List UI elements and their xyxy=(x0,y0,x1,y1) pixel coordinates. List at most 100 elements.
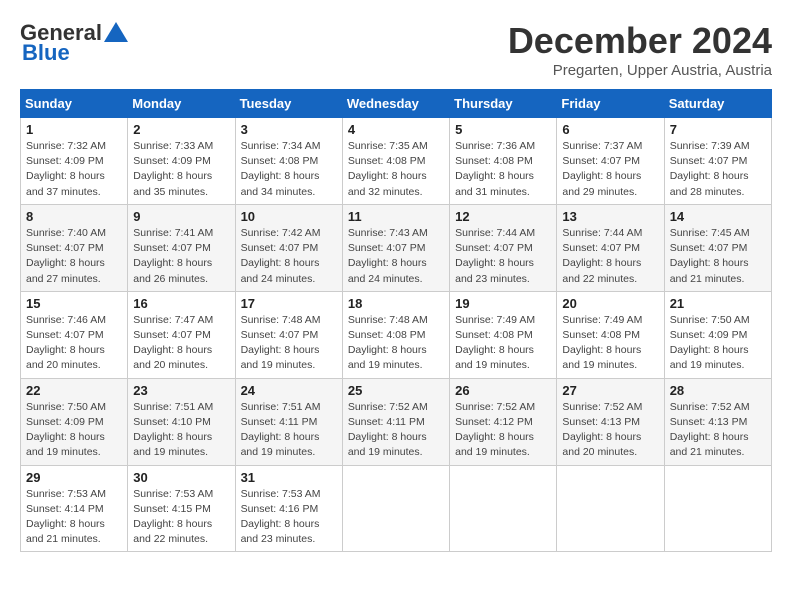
day-number: 20 xyxy=(562,296,658,311)
calendar-cell xyxy=(664,465,771,552)
calendar-cell: 17 Sunrise: 7:48 AMSunset: 4:07 PMDaylig… xyxy=(235,291,342,378)
calendar-table: SundayMondayTuesdayWednesdayThursdayFrid… xyxy=(20,89,772,552)
calendar-cell: 12 Sunrise: 7:44 AMSunset: 4:07 PMDaylig… xyxy=(450,204,557,291)
calendar-cell: 21 Sunrise: 7:50 AMSunset: 4:09 PMDaylig… xyxy=(664,291,771,378)
page-header: General Blue December 2024 Pregarten, Up… xyxy=(20,20,772,79)
day-info: Sunrise: 7:50 AMSunset: 4:09 PMDaylight:… xyxy=(670,314,750,372)
calendar-cell: 3 Sunrise: 7:34 AMSunset: 4:08 PMDayligh… xyxy=(235,118,342,205)
day-info: Sunrise: 7:53 AMSunset: 4:16 PMDaylight:… xyxy=(241,488,321,546)
calendar-week-1: 1 Sunrise: 7:32 AMSunset: 4:09 PMDayligh… xyxy=(21,118,772,205)
day-header-friday: Friday xyxy=(557,90,664,118)
day-info: Sunrise: 7:48 AMSunset: 4:08 PMDaylight:… xyxy=(348,314,428,372)
day-info: Sunrise: 7:50 AMSunset: 4:09 PMDaylight:… xyxy=(26,401,106,459)
day-number: 13 xyxy=(562,209,658,224)
day-number: 28 xyxy=(670,383,766,398)
calendar-week-3: 15 Sunrise: 7:46 AMSunset: 4:07 PMDaylig… xyxy=(21,291,772,378)
day-number: 19 xyxy=(455,296,551,311)
day-number: 31 xyxy=(241,470,337,485)
day-info: Sunrise: 7:45 AMSunset: 4:07 PMDaylight:… xyxy=(670,227,750,285)
day-number: 1 xyxy=(26,122,122,137)
calendar-cell: 10 Sunrise: 7:42 AMSunset: 4:07 PMDaylig… xyxy=(235,204,342,291)
calendar-cell: 27 Sunrise: 7:52 AMSunset: 4:13 PMDaylig… xyxy=(557,378,664,465)
day-info: Sunrise: 7:52 AMSunset: 4:11 PMDaylight:… xyxy=(348,401,428,459)
location-subtitle: Pregarten, Upper Austria, Austria xyxy=(508,62,772,79)
day-info: Sunrise: 7:49 AMSunset: 4:08 PMDaylight:… xyxy=(562,314,642,372)
calendar-cell: 28 Sunrise: 7:52 AMSunset: 4:13 PMDaylig… xyxy=(664,378,771,465)
day-info: Sunrise: 7:46 AMSunset: 4:07 PMDaylight:… xyxy=(26,314,106,372)
calendar-cell: 5 Sunrise: 7:36 AMSunset: 4:08 PMDayligh… xyxy=(450,118,557,205)
day-header-tuesday: Tuesday xyxy=(235,90,342,118)
calendar-cell: 26 Sunrise: 7:52 AMSunset: 4:12 PMDaylig… xyxy=(450,378,557,465)
day-info: Sunrise: 7:52 AMSunset: 4:12 PMDaylight:… xyxy=(455,401,535,459)
day-number: 21 xyxy=(670,296,766,311)
calendar-cell: 14 Sunrise: 7:45 AMSunset: 4:07 PMDaylig… xyxy=(664,204,771,291)
calendar-cell: 16 Sunrise: 7:47 AMSunset: 4:07 PMDaylig… xyxy=(128,291,235,378)
calendar-cell xyxy=(450,465,557,552)
day-info: Sunrise: 7:52 AMSunset: 4:13 PMDaylight:… xyxy=(670,401,750,459)
calendar-cell: 13 Sunrise: 7:44 AMSunset: 4:07 PMDaylig… xyxy=(557,204,664,291)
calendar-cell: 11 Sunrise: 7:43 AMSunset: 4:07 PMDaylig… xyxy=(342,204,449,291)
calendar-week-4: 22 Sunrise: 7:50 AMSunset: 4:09 PMDaylig… xyxy=(21,378,772,465)
day-number: 27 xyxy=(562,383,658,398)
day-header-saturday: Saturday xyxy=(664,90,771,118)
day-number: 23 xyxy=(133,383,229,398)
calendar-cell: 15 Sunrise: 7:46 AMSunset: 4:07 PMDaylig… xyxy=(21,291,128,378)
day-info: Sunrise: 7:34 AMSunset: 4:08 PMDaylight:… xyxy=(241,140,321,198)
calendar-week-2: 8 Sunrise: 7:40 AMSunset: 4:07 PMDayligh… xyxy=(21,204,772,291)
day-info: Sunrise: 7:44 AMSunset: 4:07 PMDaylight:… xyxy=(455,227,535,285)
day-number: 29 xyxy=(26,470,122,485)
day-info: Sunrise: 7:39 AMSunset: 4:07 PMDaylight:… xyxy=(670,140,750,198)
day-info: Sunrise: 7:41 AMSunset: 4:07 PMDaylight:… xyxy=(133,227,213,285)
day-number: 25 xyxy=(348,383,444,398)
month-title: December 2024 xyxy=(508,20,772,62)
day-number: 22 xyxy=(26,383,122,398)
day-number: 5 xyxy=(455,122,551,137)
day-number: 26 xyxy=(455,383,551,398)
day-info: Sunrise: 7:53 AMSunset: 4:15 PMDaylight:… xyxy=(133,488,213,546)
day-info: Sunrise: 7:37 AMSunset: 4:07 PMDaylight:… xyxy=(562,140,642,198)
day-info: Sunrise: 7:48 AMSunset: 4:07 PMDaylight:… xyxy=(241,314,321,372)
calendar-cell: 18 Sunrise: 7:48 AMSunset: 4:08 PMDaylig… xyxy=(342,291,449,378)
day-info: Sunrise: 7:51 AMSunset: 4:11 PMDaylight:… xyxy=(241,401,321,459)
day-number: 24 xyxy=(241,383,337,398)
calendar-cell: 9 Sunrise: 7:41 AMSunset: 4:07 PMDayligh… xyxy=(128,204,235,291)
logo-icon xyxy=(104,22,128,42)
calendar-week-5: 29 Sunrise: 7:53 AMSunset: 4:14 PMDaylig… xyxy=(21,465,772,552)
day-header-monday: Monday xyxy=(128,90,235,118)
day-number: 17 xyxy=(241,296,337,311)
day-number: 9 xyxy=(133,209,229,224)
day-info: Sunrise: 7:42 AMSunset: 4:07 PMDaylight:… xyxy=(241,227,321,285)
calendar-cell: 22 Sunrise: 7:50 AMSunset: 4:09 PMDaylig… xyxy=(21,378,128,465)
calendar-cell: 29 Sunrise: 7:53 AMSunset: 4:14 PMDaylig… xyxy=(21,465,128,552)
day-info: Sunrise: 7:40 AMSunset: 4:07 PMDaylight:… xyxy=(26,227,106,285)
calendar-cell: 30 Sunrise: 7:53 AMSunset: 4:15 PMDaylig… xyxy=(128,465,235,552)
calendar-cell xyxy=(342,465,449,552)
day-number: 15 xyxy=(26,296,122,311)
day-info: Sunrise: 7:33 AMSunset: 4:09 PMDaylight:… xyxy=(133,140,213,198)
day-number: 4 xyxy=(348,122,444,137)
day-info: Sunrise: 7:47 AMSunset: 4:07 PMDaylight:… xyxy=(133,314,213,372)
day-info: Sunrise: 7:43 AMSunset: 4:07 PMDaylight:… xyxy=(348,227,428,285)
calendar-cell: 23 Sunrise: 7:51 AMSunset: 4:10 PMDaylig… xyxy=(128,378,235,465)
day-number: 16 xyxy=(133,296,229,311)
calendar-cell: 4 Sunrise: 7:35 AMSunset: 4:08 PMDayligh… xyxy=(342,118,449,205)
day-number: 7 xyxy=(670,122,766,137)
day-number: 8 xyxy=(26,209,122,224)
day-number: 3 xyxy=(241,122,337,137)
day-header-wednesday: Wednesday xyxy=(342,90,449,118)
calendar-cell: 19 Sunrise: 7:49 AMSunset: 4:08 PMDaylig… xyxy=(450,291,557,378)
calendar-cell: 1 Sunrise: 7:32 AMSunset: 4:09 PMDayligh… xyxy=(21,118,128,205)
day-info: Sunrise: 7:32 AMSunset: 4:09 PMDaylight:… xyxy=(26,140,106,198)
calendar-cell xyxy=(557,465,664,552)
calendar-cell: 6 Sunrise: 7:37 AMSunset: 4:07 PMDayligh… xyxy=(557,118,664,205)
calendar-cell: 2 Sunrise: 7:33 AMSunset: 4:09 PMDayligh… xyxy=(128,118,235,205)
day-header-thursday: Thursday xyxy=(450,90,557,118)
day-number: 2 xyxy=(133,122,229,137)
day-number: 10 xyxy=(241,209,337,224)
calendar-cell: 24 Sunrise: 7:51 AMSunset: 4:11 PMDaylig… xyxy=(235,378,342,465)
day-info: Sunrise: 7:51 AMSunset: 4:10 PMDaylight:… xyxy=(133,401,213,459)
day-number: 12 xyxy=(455,209,551,224)
day-header-sunday: Sunday xyxy=(21,90,128,118)
calendar-cell: 31 Sunrise: 7:53 AMSunset: 4:16 PMDaylig… xyxy=(235,465,342,552)
day-number: 11 xyxy=(348,209,444,224)
